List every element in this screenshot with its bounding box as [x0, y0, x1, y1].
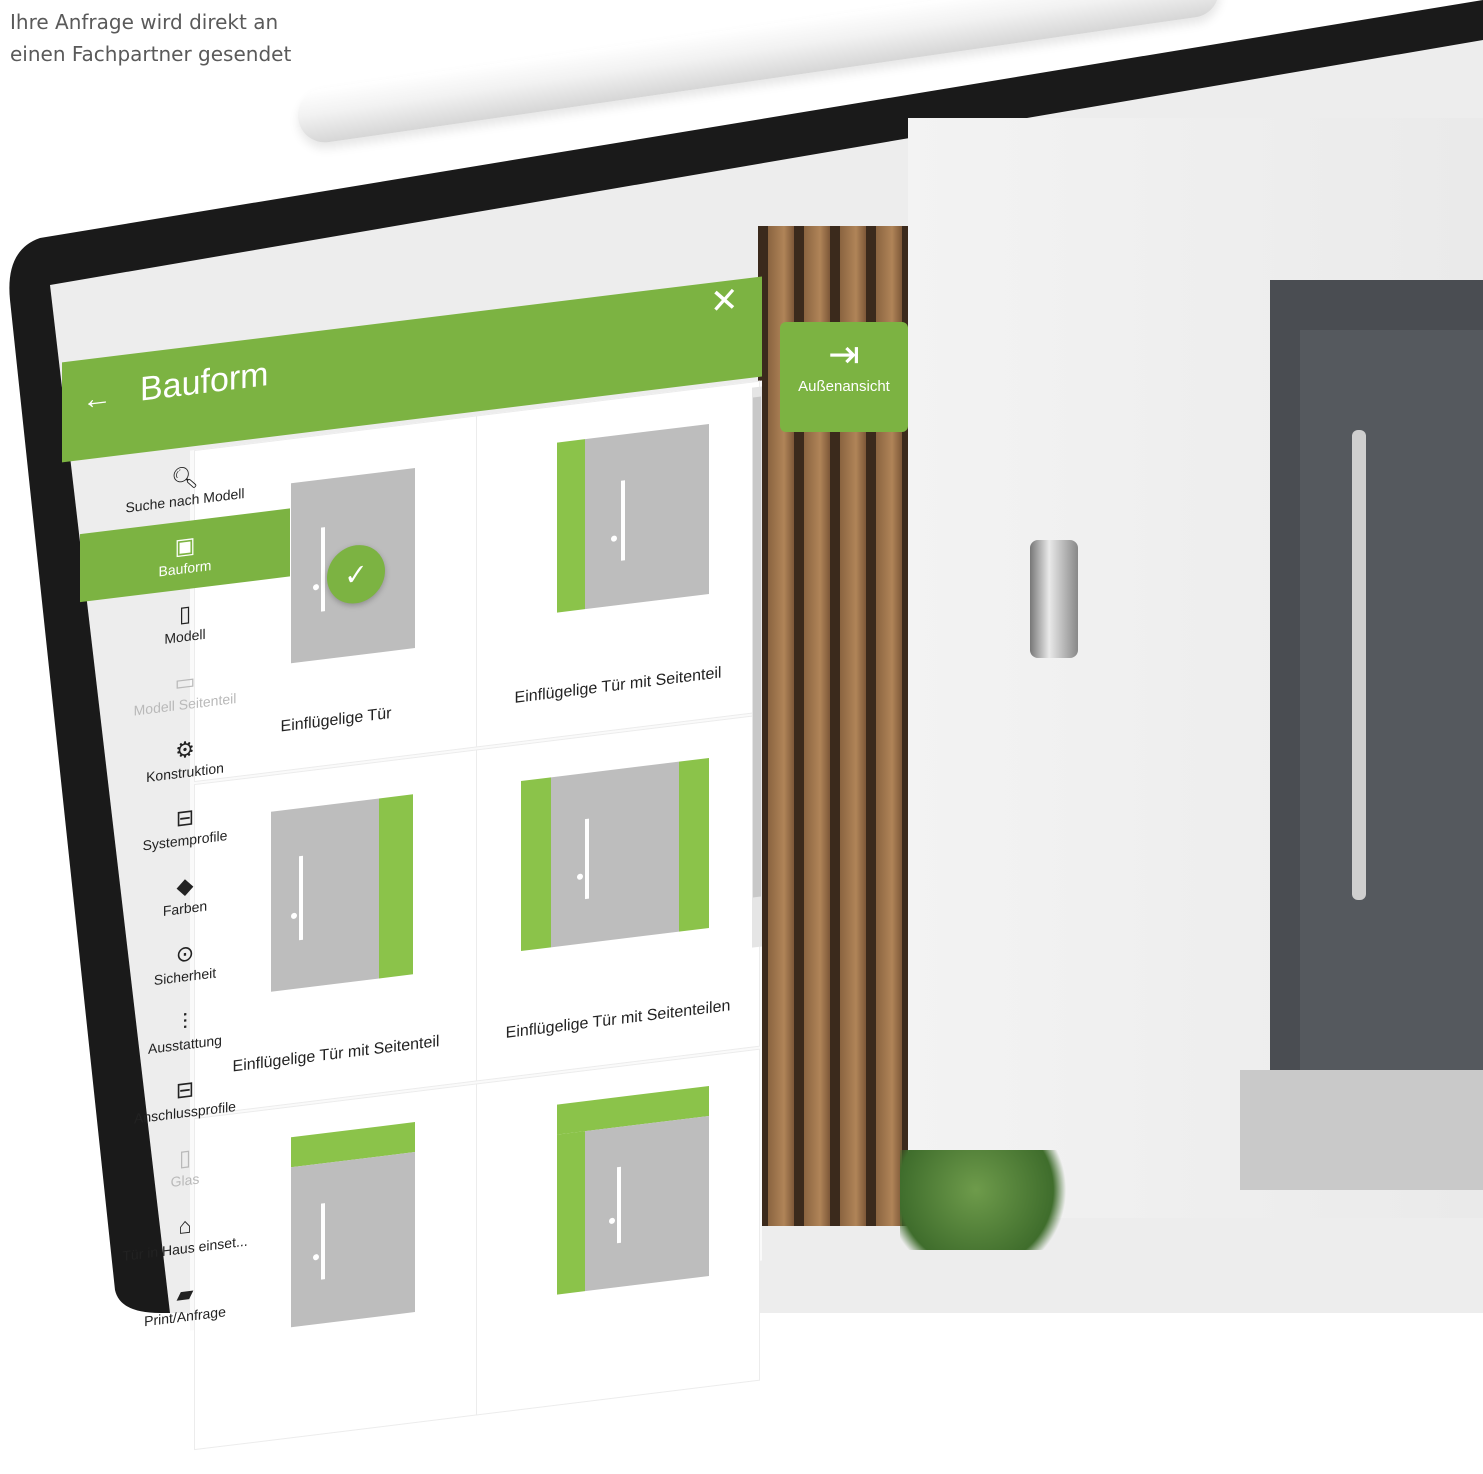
side-panel-illustration [521, 777, 551, 952]
option-card[interactable]: Einflügelige Tür mit Seitenteilen [476, 714, 760, 1082]
door-icon: ▯ [178, 600, 192, 628]
door-illustration [585, 423, 709, 610]
sidebar-item-label: Systemprofile [142, 827, 228, 854]
glass-icon: ▯ [178, 1144, 192, 1172]
gear-icon: ⚙ [175, 736, 195, 764]
layout-icon: ▣ [174, 532, 196, 560]
door-knob [313, 1253, 319, 1261]
page-title: Bauform [140, 355, 269, 409]
sidebar-nav: 🔍︎ Suche nach Modell ▣ Bauform ▯ Modell … [80, 440, 290, 1350]
side-panel-illustration [379, 794, 413, 979]
option-label [477, 1346, 759, 1381]
scrollbar-thumb[interactable] [753, 396, 761, 898]
door-illustration [585, 1115, 709, 1292]
door-knob [291, 912, 297, 920]
scrollbar[interactable] [752, 386, 762, 948]
sidebar-item-label: Konstruktion [146, 759, 224, 786]
door-illustration [551, 761, 679, 948]
profile-icon: ⊟ [175, 1076, 195, 1104]
sidebar-item-label: Modell [164, 625, 206, 647]
door-handle-bar [321, 527, 325, 612]
side-panel-illustration [557, 439, 585, 613]
door-handle-bar [299, 855, 303, 941]
door-knob [577, 873, 583, 881]
sidepanel-icon: ▭ [174, 668, 196, 696]
sidebar-item-label: Anschlussprofile [134, 1098, 236, 1127]
sidebar-item-label: Farben [162, 897, 208, 920]
option-card[interactable]: Einflügelige Tür mit Seitenteil [476, 380, 760, 748]
door-handle-bar [617, 1166, 621, 1244]
profile-icon: ⊟ [175, 804, 195, 832]
option-card[interactable] [476, 1048, 760, 1416]
side-panel-illustration [557, 1131, 585, 1295]
door-illustration [291, 1152, 415, 1328]
door-knob [313, 583, 319, 591]
door-knob [611, 535, 617, 542]
option-label [195, 1380, 477, 1415]
door-handle-bar [321, 1203, 325, 1280]
briefcase-icon: ▰ [176, 1280, 194, 1308]
sidebar-item-label: Sicherheit [153, 964, 217, 989]
handle-icon: ⫶ [182, 1008, 188, 1035]
sidebar-item-label: Print/Anfrage [144, 1303, 226, 1330]
side-panel-illustration [679, 757, 709, 932]
configurator-panel: ← Bauform ✕ ✓ Einflügelige Tür Einflügel… [0, 0, 1483, 1451]
paint-bucket-icon: ◆ [176, 872, 194, 900]
door-handle-bar [585, 818, 589, 900]
close-icon[interactable]: ✕ [710, 279, 739, 322]
sidebar-item-label: Ausstattung [148, 1031, 222, 1057]
sidebar-item-label: Glas [170, 1170, 200, 1191]
door-handle-bar [621, 480, 625, 561]
house-icon: ⌂ [178, 1212, 192, 1240]
option-label: Einflügelige Tür mit Seitenteilen [505, 997, 731, 1042]
lock-icon: ⊙ [175, 940, 195, 968]
sidebar-item-label: Bauform [158, 557, 212, 580]
arrow-left-icon[interactable]: ← [82, 380, 112, 418]
door-knob [609, 1217, 615, 1225]
option-label: Einflügelige Tür mit Seitenteil [514, 664, 722, 707]
search-icon: 🔍︎ [171, 463, 199, 492]
